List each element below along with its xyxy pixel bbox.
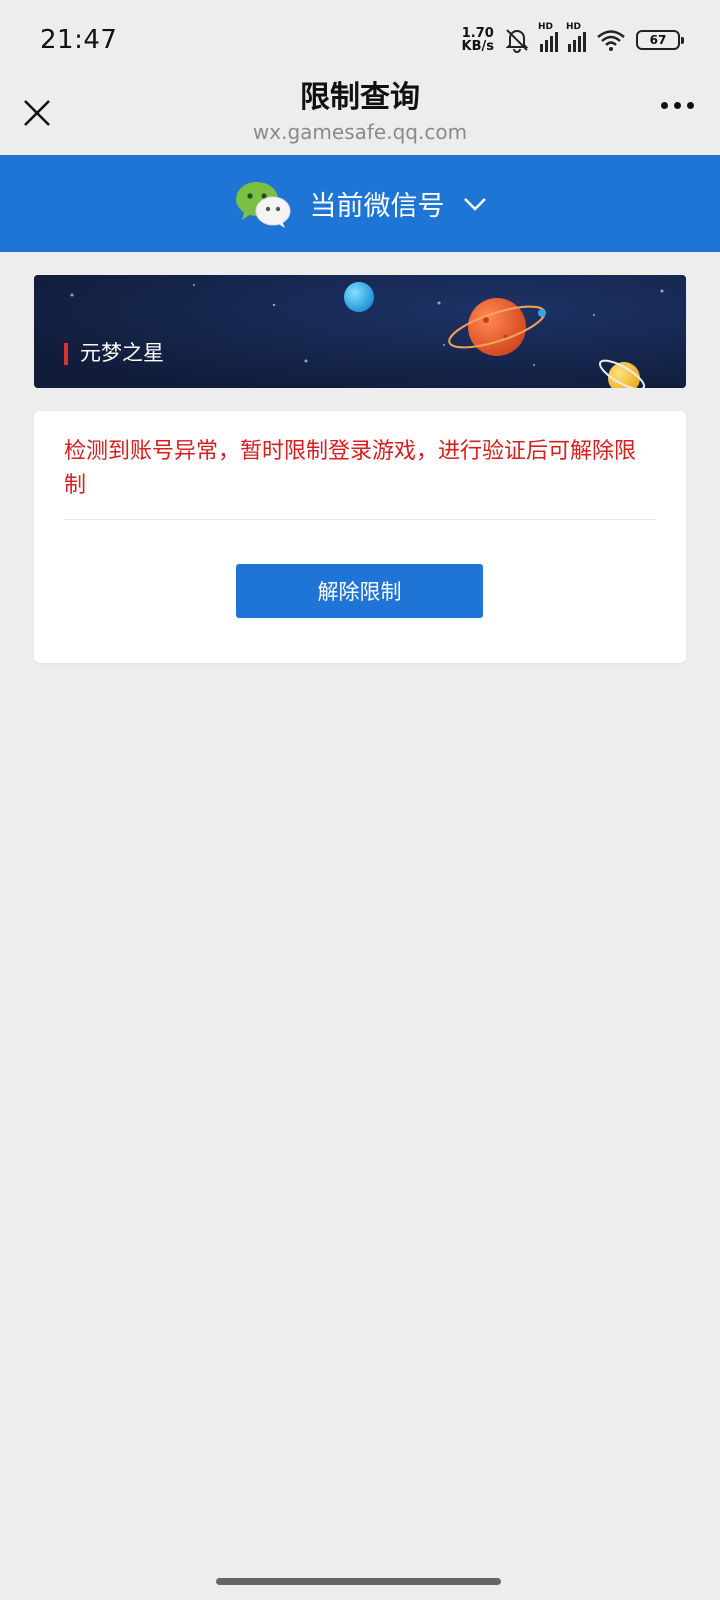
page-title: 限制查询 (300, 80, 420, 115)
restriction-message: 检测到账号异常，暂时限制登录游戏，进行验证后可解除限制 (64, 439, 637, 498)
network-speed-unit: KB/s (461, 39, 494, 54)
home-indicator[interactable] (216, 1578, 501, 1585)
game-banner: 元梦之星 (34, 275, 686, 388)
account-selector[interactable]: 当前微信号 (0, 155, 720, 252)
wifi-icon (597, 30, 625, 51)
chevron-down-icon (463, 197, 486, 211)
battery-icon: 67 (636, 30, 684, 50)
signal-hd-label: HD (566, 22, 582, 32)
network-speed: 1.70 KB/s (462, 27, 494, 53)
banner-accent-bar (64, 343, 68, 365)
more-icon[interactable] (661, 102, 694, 109)
game-name: 元梦之星 (80, 341, 164, 365)
page-url: wx.gamesafe.qq.com (252, 120, 468, 144)
status-icons: 1.70 KB/s HD HD 67 (462, 22, 684, 53)
wechat-icon (235, 181, 290, 228)
divider (64, 519, 656, 520)
restriction-card: 检测到账号异常，暂时限制登录游戏，进行验证后可解除限制 解除限制 (34, 411, 686, 663)
signal-icon: HD (538, 22, 558, 52)
signal-icon: HD (566, 22, 586, 52)
status-bar: 21:47 1.70 KB/s HD HD 67 (0, 0, 720, 80)
status-time: 21:47 (40, 25, 118, 55)
account-label: 当前微信号 (309, 191, 445, 222)
bell-muted-icon (505, 29, 529, 53)
remove-restriction-button[interactable]: 解除限制 (236, 564, 483, 618)
space-illustration (34, 275, 686, 388)
signal-hd-label: HD (538, 22, 554, 32)
title-bar: 限制查询 wx.gamesafe.qq.com (0, 80, 720, 155)
